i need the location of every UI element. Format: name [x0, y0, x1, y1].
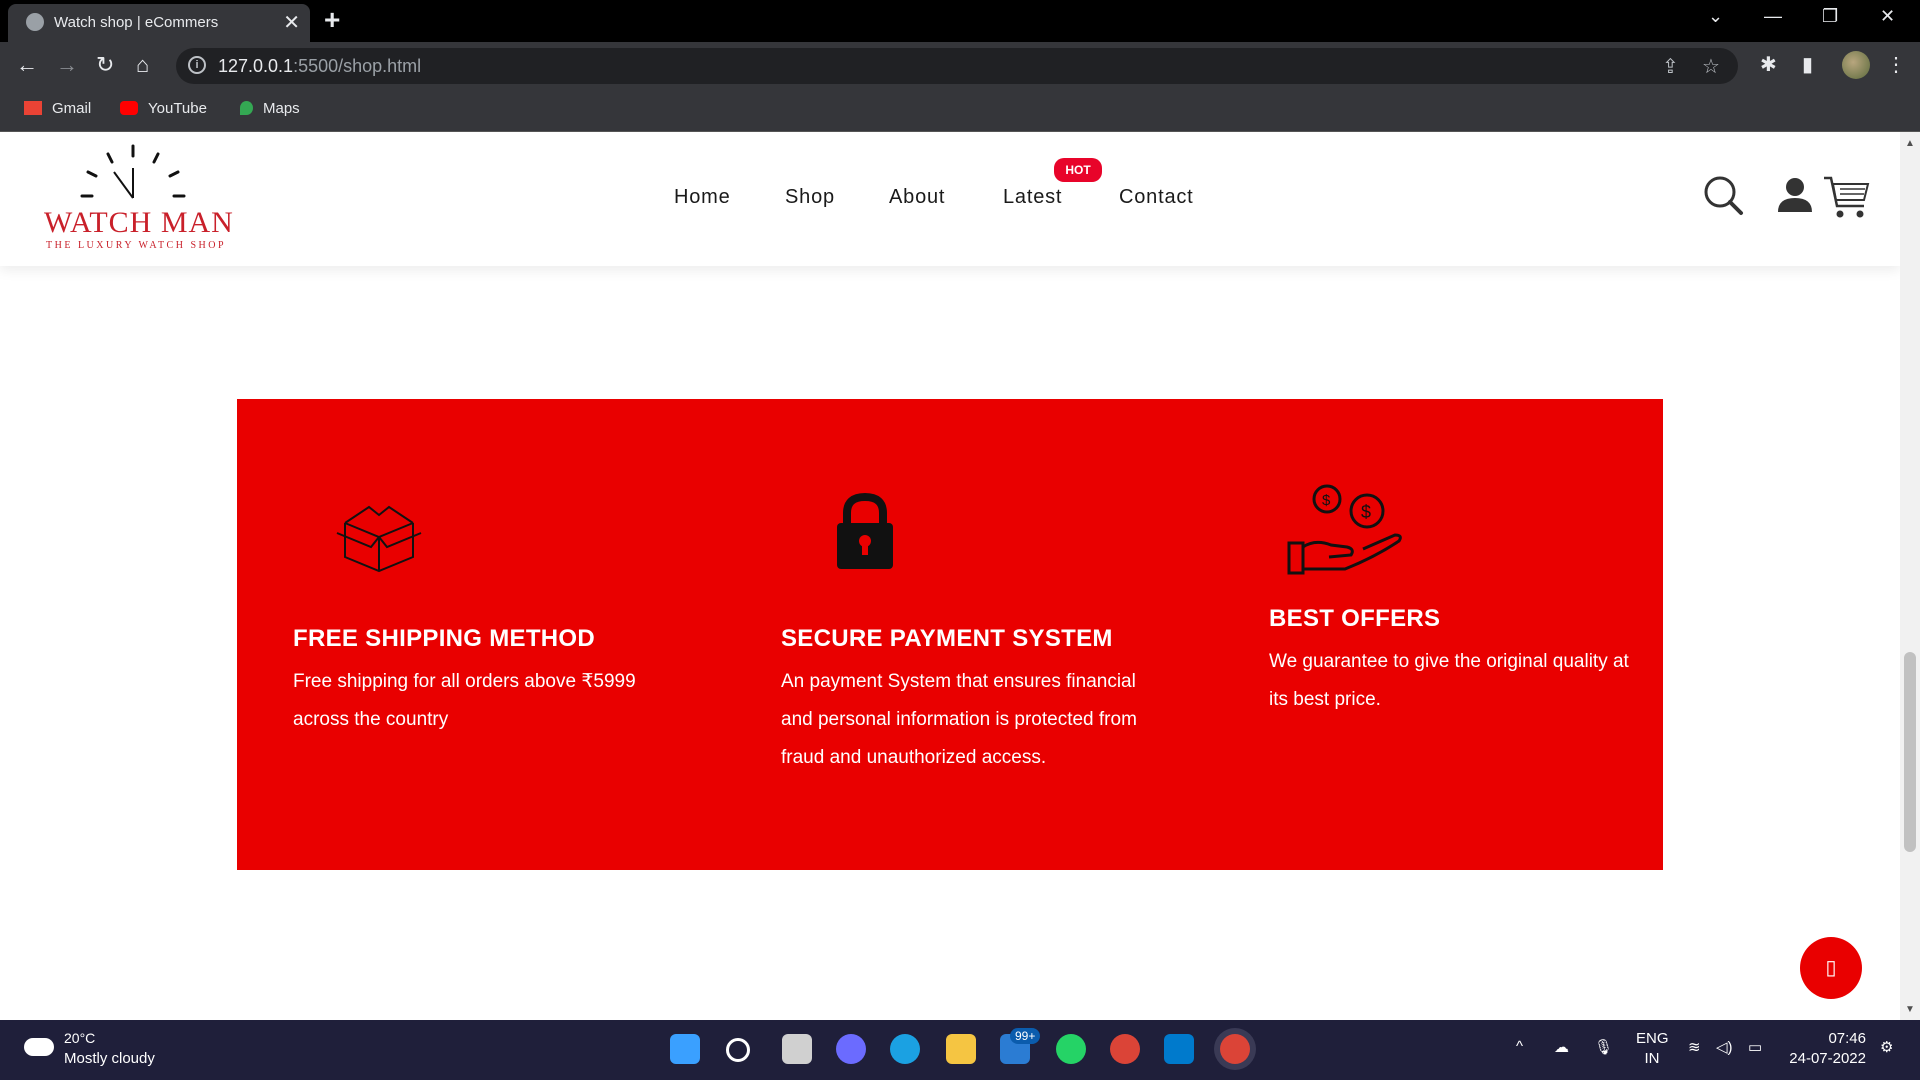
minimize-icon[interactable]: — [1764, 6, 1782, 27]
browser-tab[interactable]: Watch shop | eCommers ✕ [8, 4, 310, 42]
lock-icon [837, 492, 893, 569]
onedrive-icon[interactable]: ☁ [1554, 1038, 1569, 1056]
logo-tagline: THE LUXURY WATCH SHOP [46, 240, 227, 251]
youtube-icon [120, 101, 138, 115]
site-info-icon[interactable]: i [188, 56, 206, 74]
bookmark-youtube[interactable]: YouTube [120, 100, 207, 117]
tab-close-icon[interactable]: ✕ [283, 10, 300, 35]
chrome-icon[interactable] [1110, 1034, 1140, 1064]
task-view-icon[interactable] [782, 1034, 812, 1064]
edge-icon[interactable] [890, 1034, 920, 1064]
nav-shop[interactable]: Shop [785, 186, 835, 209]
extensions-icon[interactable]: ✱ [1760, 52, 1777, 77]
side-panel-icon[interactable]: ▮ [1802, 52, 1813, 77]
site-logo[interactable]: WATCH MAN THE LUXURY WATCH SHOP [40, 142, 233, 258]
restore-icon[interactable]: ❐ [1822, 6, 1838, 27]
hand-coins-icon: $ $ [1287, 484, 1402, 575]
back-arrow-icon[interactable]: ← [16, 52, 38, 78]
feature-text: We guarantee to give the original qualit… [1269, 651, 1629, 710]
tab-search-chevron-icon[interactable]: ⌄ [1708, 6, 1723, 27]
browser-toolbar: ← → ↻ ⌂ i 127.0.0.1:5500/shop.html ⇪ ☆ ✱… [0, 42, 1920, 90]
teams-chat-icon[interactable] [836, 1034, 866, 1064]
bookmark-star-icon[interactable]: ☆ [1702, 54, 1720, 79]
gmail-icon [24, 101, 42, 115]
cloud-icon [24, 1038, 54, 1056]
notifications-icon[interactable]: ⚙ [1880, 1038, 1893, 1056]
share-icon[interactable]: ⇪ [1662, 54, 1679, 79]
scrollbar-thumb[interactable] [1904, 652, 1916, 852]
nav-about[interactable]: About [889, 186, 945, 209]
scroll-top-button[interactable]: ▯ [1800, 937, 1862, 999]
bookmark-gmail[interactable]: Gmail [24, 100, 91, 117]
reload-icon[interactable]: ↻ [96, 52, 114, 78]
scroll-up-arrow-icon[interactable]: ▲ [1905, 138, 1915, 149]
chrome-active-icon[interactable] [1220, 1034, 1250, 1064]
scroll-down-arrow-icon[interactable]: ▼ [1905, 1004, 1915, 1015]
feature-title: SECURE PAYMENT SYSTEM [781, 625, 1113, 652]
search-icon[interactable] [1702, 174, 1744, 216]
hot-badge: HOT [1054, 158, 1102, 182]
taskbar-search-icon[interactable] [726, 1038, 750, 1062]
feature-best-offers: BEST OFFERS We guarantee to give the ori… [1269, 605, 1639, 719]
maps-pin-icon [240, 101, 253, 115]
volume-icon[interactable]: ◁) [1716, 1038, 1733, 1056]
clock-logo-icon [80, 144, 186, 199]
nav-latest[interactable]: Latest [1003, 186, 1062, 209]
feature-title: BEST OFFERS [1269, 605, 1441, 632]
page-scrollbar[interactable]: ▲ ▼ [1900, 132, 1920, 1020]
wifi-icon[interactable]: ≋ [1688, 1038, 1701, 1056]
vscode-icon[interactable] [1164, 1034, 1194, 1064]
lang-bottom[interactable]: IN [1636, 1050, 1668, 1067]
windows-taskbar: 20°C Mostly cloudy 99+ ^ ☁ 🎙 ENG IN ≋ ◁)… [0, 1020, 1920, 1080]
clock-time[interactable]: 07:46 [1786, 1030, 1866, 1047]
nav-contact[interactable]: Contact [1119, 186, 1194, 209]
logo-brand-text: WATCH MAN [44, 206, 234, 239]
tab-title: Watch shop | eCommers [54, 14, 219, 31]
box-icon [336, 505, 422, 573]
features-section: FREE SHIPPING METHOD Free shipping for a… [237, 399, 1663, 870]
clock-date[interactable]: 24-07-2022 [1776, 1050, 1866, 1067]
site-header: WATCH MAN THE LUXURY WATCH SHOP Home Sho… [0, 132, 1900, 266]
url-text[interactable]: 127.0.0.1:5500/shop.html [218, 56, 421, 77]
svg-text:$: $ [1361, 502, 1371, 522]
bookmark-maps[interactable]: Maps [240, 100, 300, 117]
browser-tab-bar: Watch shop | eCommers ✕ + ⌄ — ❐ ✕ [0, 0, 1920, 42]
feature-text: An payment System that ensures financial… [781, 671, 1137, 768]
svg-text:$: $ [1322, 492, 1331, 509]
nav-home[interactable]: Home [674, 186, 731, 209]
temperature: 20°C [64, 1030, 96, 1046]
bookmarks-bar: Gmail YouTube Maps [0, 90, 1920, 132]
battery-icon[interactable]: ▭ [1748, 1038, 1762, 1056]
notification-badge: 99+ [1010, 1028, 1041, 1044]
address-bar[interactable]: i 127.0.0.1:5500/shop.html ⇪ ☆ [176, 48, 1738, 84]
windows-start-icon[interactable] [670, 1034, 700, 1064]
feature-free-shipping: FREE SHIPPING METHOD Free shipping for a… [293, 625, 693, 739]
new-tab-button[interactable]: + [324, 4, 340, 36]
whatsapp-icon[interactable] [1056, 1034, 1086, 1064]
feature-text: Free shipping for all orders above ₹5999… [293, 671, 636, 730]
globe-icon [26, 13, 44, 31]
scroll-up-icon: ▯ [1825, 957, 1837, 979]
microphone-icon[interactable]: 🎙 [1594, 1038, 1613, 1056]
user-icon[interactable] [1776, 176, 1814, 214]
profile-avatar[interactable] [1842, 51, 1870, 79]
lang-top[interactable]: ENG [1636, 1030, 1669, 1047]
weather-description: Mostly cloudy [64, 1050, 155, 1067]
tray-chevron-icon[interactable]: ^ [1516, 1038, 1523, 1055]
cart-icon[interactable] [1822, 174, 1870, 220]
page-viewport: WATCH MAN THE LUXURY WATCH SHOP Home Sho… [0, 132, 1900, 1020]
file-explorer-icon[interactable] [946, 1034, 976, 1064]
forward-arrow-icon[interactable]: → [56, 52, 78, 78]
window-close-icon[interactable]: ✕ [1880, 6, 1895, 27]
menu-kebab-icon[interactable]: ⋮ [1886, 52, 1906, 77]
feature-title: FREE SHIPPING METHOD [293, 625, 596, 652]
home-icon[interactable]: ⌂ [136, 52, 149, 78]
feature-secure-payment: SECURE PAYMENT SYSTEM An payment System … [781, 625, 1151, 777]
